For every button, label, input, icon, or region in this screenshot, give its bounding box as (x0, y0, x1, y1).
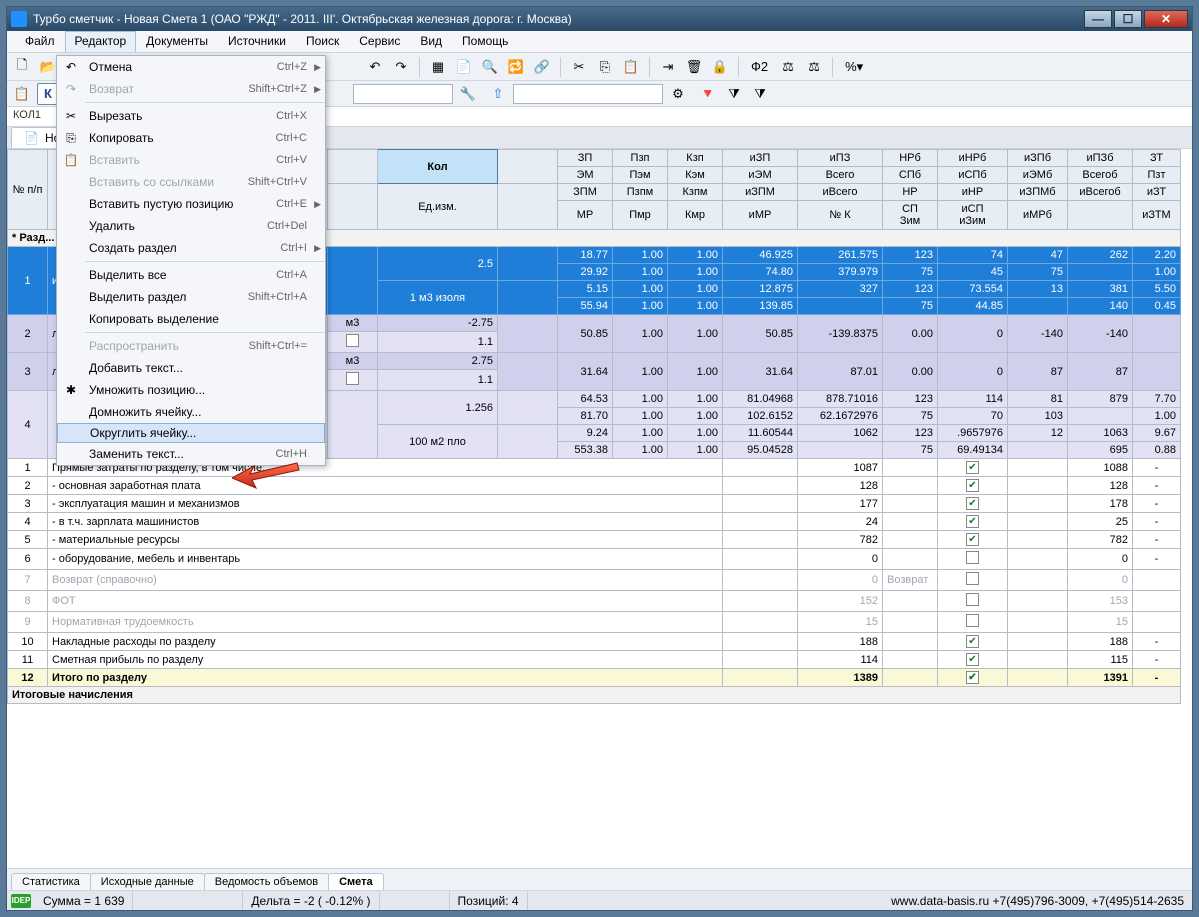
filter-icon[interactable]: ⚖ (777, 56, 799, 78)
minimize-button[interactable]: — (1084, 10, 1112, 28)
menu-item[interactable]: ✂ВырезатьCtrl+X (57, 105, 325, 127)
menu-item[interactable]: Копировать выделение (57, 308, 325, 330)
menu-item[interactable]: Округлить ячейку... (57, 423, 325, 443)
app-icon (11, 11, 27, 27)
menu-item[interactable]: Вставить пустую позициюCtrl+E▶ (57, 193, 325, 215)
combo-1[interactable] (353, 84, 453, 104)
bottom-tab[interactable]: Статистика (11, 873, 91, 890)
menu-item[interactable]: Создать разделCtrl+I▶ (57, 237, 325, 259)
sheet-icon[interactable]: 📋 (11, 83, 33, 105)
copy-icon[interactable]: ⎘ (594, 56, 616, 78)
funnel-icon[interactable]: ⧩ (723, 83, 745, 105)
menu-документы[interactable]: Документы (136, 31, 218, 52)
bottom-tab[interactable]: Смета (328, 873, 384, 890)
menu-item: РаспространитьShift+Ctrl+= (57, 335, 325, 357)
percent-button[interactable]: %▾ (840, 56, 868, 78)
bottom-tab[interactable]: Исходные данные (90, 873, 205, 890)
menu-item: Вставить со ссылкамиShift+Ctrl+V (57, 171, 325, 193)
idep-badge: IDEP (11, 894, 31, 908)
grid-icon[interactable]: ▦ (427, 56, 449, 78)
menu-item[interactable]: ✱Умножить позицию... (57, 379, 325, 401)
menu-сервис[interactable]: Сервис (349, 31, 410, 52)
editor-menu-dropdown[interactable]: ↶ОтменаCtrl+Z▶↷ВозвратShift+Ctrl+Z▶ ✂Выре… (56, 55, 326, 466)
menu-помощь[interactable]: Помощь (452, 31, 518, 52)
menubar: ФайлРедакторДокументыИсточникиПоискСерви… (7, 31, 1192, 53)
menu-item[interactable]: Заменить текст...Ctrl+H (57, 443, 325, 465)
menu-источники[interactable]: Источники (218, 31, 296, 52)
indent-icon[interactable]: ⇥ (657, 56, 679, 78)
menu-вид[interactable]: Вид (410, 31, 452, 52)
f2-button[interactable]: Ф2 (746, 56, 773, 78)
link-icon[interactable]: 🔗 (531, 56, 553, 78)
new-icon[interactable]: 🗋 (11, 56, 33, 78)
titlebar: Турбо сметчик - Новая Смета 1 (ОАО "РЖД"… (7, 7, 1192, 31)
pin-icon[interactable]: ⇧ (487, 83, 509, 105)
delete-icon[interactable]: 🗑 (683, 56, 705, 78)
menu-файл[interactable]: Файл (15, 31, 65, 52)
scale-icon[interactable]: ⚖ (803, 56, 825, 78)
menu-item: ↷ВозвратShift+Ctrl+Z▶ (57, 78, 325, 100)
close-button[interactable]: ✕ (1144, 10, 1188, 28)
menu-поиск[interactable]: Поиск (296, 31, 349, 52)
menu-item[interactable]: Выделить всеCtrl+A (57, 264, 325, 286)
menu-редактор[interactable]: Редактор (65, 31, 137, 52)
doc-icon[interactable]: 📄 (453, 56, 475, 78)
replace-icon[interactable]: 🔁 (505, 56, 527, 78)
doc-icon: 📄 (24, 131, 39, 145)
status-pos: Позиций: 4 (450, 891, 528, 910)
settings-icon[interactable]: ⚙ (667, 83, 689, 105)
undo-icon[interactable]: ↶ (364, 56, 386, 78)
combo-2[interactable] (513, 84, 663, 104)
bottom-tabs: СтатистикаИсходные данныеВедомость объем… (7, 868, 1192, 890)
tool-a-icon[interactable]: 🔧 (457, 83, 479, 105)
bottom-tab[interactable]: Ведомость объемов (204, 873, 329, 890)
maximize-button[interactable]: ☐ (1114, 10, 1142, 28)
menu-item[interactable]: УдалитьCtrl+Del (57, 215, 325, 237)
funnel2-icon[interactable]: ⧩ (749, 83, 771, 105)
menu-item[interactable]: Добавить текст... (57, 357, 325, 379)
menu-item[interactable]: Выделить разделShift+Ctrl+A (57, 286, 325, 308)
find-icon[interactable]: 🔍 (479, 56, 501, 78)
lock-icon[interactable]: 🔒 (709, 56, 731, 78)
status-contact: www.data-basis.ru +7(495)796-3009, +7(49… (883, 891, 1192, 910)
menu-item[interactable]: Домножить ячейку... (57, 401, 325, 423)
menu-item[interactable]: ↶ОтменаCtrl+Z▶ (57, 56, 325, 78)
redo-icon[interactable]: ↷ (390, 56, 412, 78)
status-sum: Сумма = 1 639 (35, 891, 133, 910)
paste-icon[interactable]: 📋 (620, 56, 642, 78)
filter2-icon[interactable]: 🔻 (697, 83, 719, 105)
window-title: Турбо сметчик - Новая Смета 1 (ОАО "РЖД"… (33, 12, 1084, 26)
menu-item: 📋ВставитьCtrl+V (57, 149, 325, 171)
statusbar: IDEP Сумма = 1 639 Дельта = -2 ( -0.12% … (7, 890, 1192, 910)
status-delta: Дельта = -2 ( -0.12% ) (243, 891, 379, 910)
menu-item[interactable]: ⎘КопироватьCtrl+C (57, 127, 325, 149)
cut-icon[interactable]: ✂ (568, 56, 590, 78)
